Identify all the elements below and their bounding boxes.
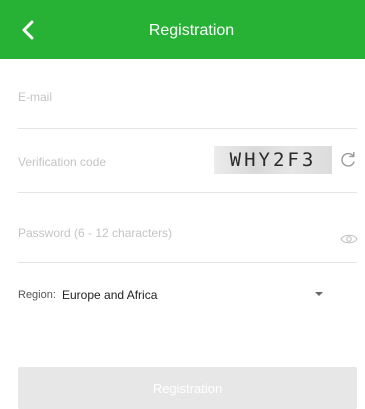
- region-selected-value: Europe and Africa: [62, 288, 158, 302]
- registration-button[interactable]: Registration: [18, 367, 357, 409]
- registration-screen: Registration WHY2F3 Region: Europe and A…: [0, 0, 365, 409]
- app-header: Registration: [0, 0, 365, 59]
- captcha-image[interactable]: WHY2F3: [214, 146, 332, 174]
- password-row: [18, 224, 357, 240]
- email-field-row: [18, 88, 357, 104]
- refresh-icon: [341, 151, 355, 167]
- divider: [18, 262, 357, 263]
- caret-down-icon: [315, 292, 323, 296]
- toggle-password-visibility[interactable]: [340, 232, 358, 246]
- divider: [18, 128, 357, 129]
- eye-icon: [340, 234, 358, 244]
- region-label: Region:: [18, 289, 56, 301]
- region-select[interactable]: Europe and Africa: [62, 286, 337, 304]
- page-title: Registration: [148, 22, 235, 39]
- password-field[interactable]: [18, 226, 318, 240]
- email-field[interactable]: [18, 90, 318, 104]
- refresh-captcha-button[interactable]: [339, 151, 357, 169]
- divider: [18, 192, 357, 193]
- verification-code-field[interactable]: [18, 155, 198, 169]
